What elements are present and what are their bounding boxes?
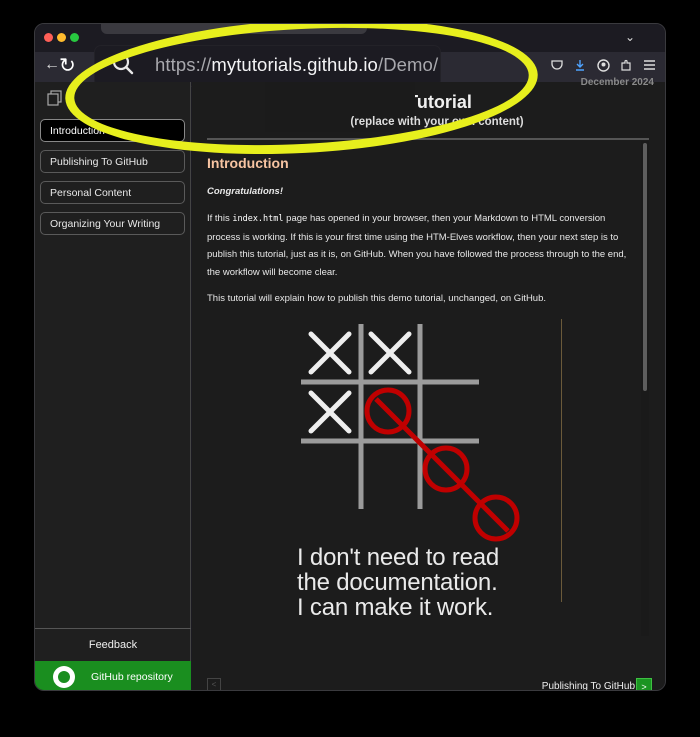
scroll-thumb[interactable] — [643, 143, 647, 391]
minimize-window-button[interactable] — [57, 33, 66, 42]
tic-tac-toe-board — [301, 324, 520, 542]
sidebar-footer: Feedback GitHub repository — [35, 628, 191, 690]
main-content: December 2024 Tutorial (replace with you… — [192, 77, 665, 690]
github-button-label: GitHub repository — [91, 671, 173, 683]
sidebar-item-publishing-to-github[interactable]: Publishing To GitHub — [40, 150, 185, 173]
next-page-button[interactable]: > — [636, 678, 652, 690]
article-panel[interactable]: Introduction Congratulations! If this in… — [207, 141, 641, 636]
reload-icon[interactable]: ↻ — [59, 53, 76, 78]
close-window-button[interactable] — [44, 33, 53, 42]
download-icon[interactable] — [573, 58, 587, 72]
tab-list-chevron-icon[interactable]: ⌄ — [625, 30, 635, 44]
menu-icon[interactable] — [642, 58, 656, 72]
sidebar: Introduction Publishing To GitHub Person… — [35, 82, 191, 690]
image-caption: I don't need to read the documentation. … — [297, 544, 500, 621]
explain-paragraph: This tutorial will explain how to publis… — [207, 293, 547, 304]
toolbar-icons — [550, 58, 656, 72]
github-repository-button[interactable]: GitHub repository — [35, 661, 191, 690]
copy-icon[interactable] — [47, 90, 63, 109]
tic-tac-toe-image: I don't need to read the documentation. … — [296, 319, 566, 636]
congrats-text: Congratulations! — [207, 186, 283, 197]
github-icon — [53, 666, 75, 688]
feedback-link[interactable]: Feedback — [35, 639, 191, 651]
extensions-icon[interactable] — [619, 58, 633, 72]
zoom-window-button[interactable] — [70, 33, 79, 42]
account-icon[interactable] — [596, 58, 610, 72]
browser-window: ⌄ ← ↻ https://mytutorials.github.io/Demo… — [34, 23, 666, 691]
back-arrow-icon[interactable]: ← — [44, 56, 60, 74]
figure-border — [561, 319, 562, 602]
sidebar-item-label: Personal Content — [50, 187, 132, 199]
scrollbar[interactable] — [641, 141, 649, 636]
sidebar-item-label: Publishing To GitHub — [50, 156, 148, 168]
section-heading: Introduction — [207, 155, 289, 171]
intro-paragraph-pre: If this — [207, 213, 233, 224]
sidebar-item-label: Organizing Your Writing — [50, 218, 161, 230]
index-html-code: index.html — [232, 214, 284, 224]
sidebar-item-personal-content[interactable]: Personal Content — [40, 181, 185, 204]
pocket-icon[interactable] — [550, 58, 564, 72]
publish-date: December 2024 — [580, 77, 654, 88]
next-page-label[interactable]: Publishing To GitHub — [542, 681, 635, 690]
intro-paragraph: If this index.html page has opened in yo… — [207, 210, 637, 281]
previous-page-button[interactable]: < — [207, 678, 221, 690]
sidebar-item-organizing-your-writing[interactable]: Organizing Your Writing — [40, 212, 185, 235]
